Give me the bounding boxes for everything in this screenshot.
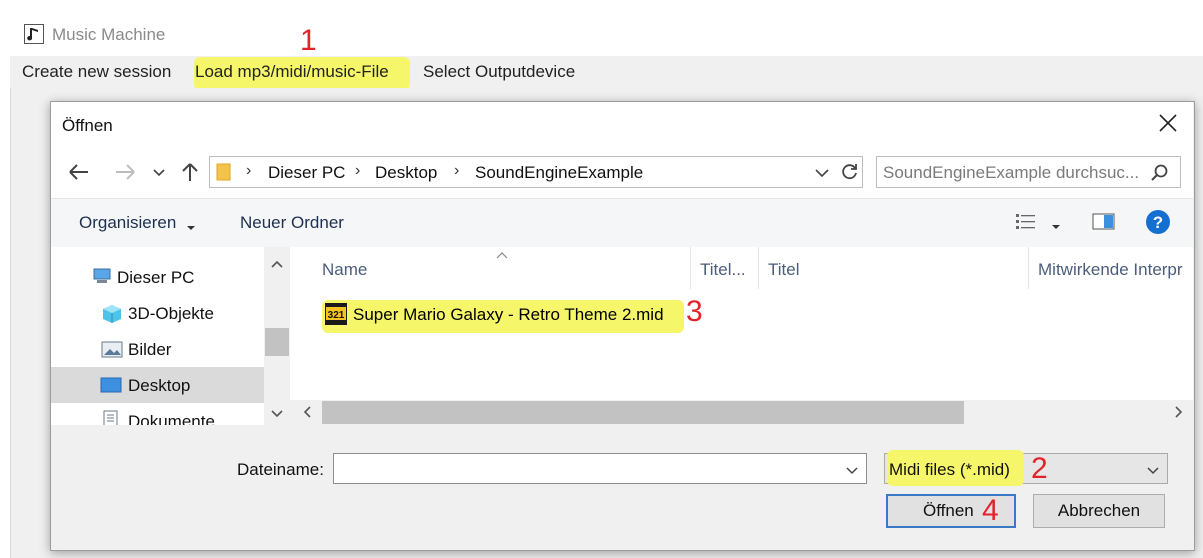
organize-dropdown-icon — [186, 219, 196, 237]
tree-item-dokumente[interactable]: Dokumente — [128, 412, 215, 425]
recent-locations-chevron-icon[interactable] — [152, 166, 166, 184]
column-divider[interactable] — [758, 247, 759, 289]
tree-scrollbar-thumb[interactable] — [265, 328, 289, 356]
breadcrumb-desktop[interactable]: Desktop — [375, 163, 437, 183]
app-menubar — [10, 56, 1203, 88]
dialog-title: Öffnen — [62, 116, 113, 135]
menu-select-output[interactable]: Select Outputdevice — [423, 62, 575, 82]
column-header-titel-short[interactable]: Titel... — [700, 260, 746, 280]
scroll-right-chevron-icon[interactable] — [1174, 405, 1184, 424]
music-note-icon — [24, 24, 44, 44]
refresh-icon[interactable] — [840, 162, 860, 187]
3d-objects-icon — [101, 303, 123, 330]
filetype-dropdown-chevron-icon[interactable] — [1146, 463, 1160, 481]
column-header-titel[interactable]: Titel — [768, 260, 800, 280]
annotation-4: 4 — [982, 494, 999, 527]
preview-pane-icon[interactable] — [1092, 212, 1116, 237]
tree-item-desktop[interactable]: Desktop — [128, 376, 190, 396]
filename-input[interactable] — [333, 453, 867, 484]
breadcrumb-dieser-pc[interactable]: Dieser PC — [268, 163, 345, 183]
desktop-icon — [100, 377, 122, 400]
column-divider[interactable] — [1028, 247, 1029, 289]
app-title: Music Machine — [52, 25, 166, 44]
back-arrow-icon[interactable] — [66, 160, 92, 189]
file-row-name[interactable]: Super Mario Galaxy - Retro Theme 2.mid — [353, 305, 664, 325]
view-options-icon[interactable] — [1015, 212, 1039, 237]
breadcrumb-separator-icon: › — [246, 162, 252, 179]
dialog-titlebar — [51, 102, 1193, 148]
annotation-2: 2 — [1031, 452, 1048, 485]
breadcrumb-separator-icon: › — [454, 162, 460, 179]
column-divider[interactable] — [690, 247, 691, 289]
search-icon[interactable] — [1150, 163, 1170, 188]
organize-button[interactable]: Organisieren — [79, 213, 176, 233]
menu-load-file[interactable]: Load mp3/midi/music-File — [195, 62, 389, 82]
help-icon[interactable]: ? — [1145, 209, 1171, 240]
breadcrumb-soundengineexample[interactable]: SoundEngineExample — [475, 163, 643, 183]
breadcrumb-separator-icon: › — [355, 162, 361, 179]
filetype-value: Midi files (*.mid) — [889, 460, 1010, 479]
tree-item-bilder[interactable]: Bilder — [128, 340, 171, 360]
sort-ascending-icon — [495, 246, 509, 264]
forward-arrow-icon[interactable] — [112, 160, 138, 189]
scroll-left-chevron-icon[interactable] — [302, 405, 312, 424]
tree-item-3d-objekte[interactable]: 3D-Objekte — [128, 304, 214, 324]
open-button-label: Öffnen — [923, 501, 974, 520]
view-dropdown-icon[interactable] — [1051, 218, 1061, 236]
tree-item-dieser-pc[interactable]: Dieser PC — [117, 268, 194, 288]
search-placeholder: SoundEngineExample durchsuc... — [883, 163, 1140, 182]
filename-dropdown-chevron-icon[interactable] — [845, 463, 859, 481]
pictures-icon — [101, 341, 123, 364]
new-folder-button[interactable]: Neuer Ordner — [240, 213, 344, 233]
menu-create-session[interactable]: Create new session — [22, 62, 171, 82]
svg-text:?: ? — [1153, 213, 1163, 232]
svg-text:321: 321 — [328, 310, 345, 321]
annotation-3: 3 — [686, 295, 703, 328]
folder-icon — [216, 162, 232, 187]
scroll-down-chevron-icon[interactable] — [270, 406, 284, 424]
annotation-1: 1 — [300, 24, 317, 57]
midi-file-icon: 321 — [324, 302, 348, 331]
close-icon[interactable] — [1155, 110, 1181, 136]
computer-icon — [92, 267, 112, 290]
column-header-name[interactable]: Name — [322, 260, 367, 280]
column-header-mitwirkende[interactable]: Mitwirkende Interpr — [1038, 260, 1193, 280]
cancel-button[interactable]: Abbrechen — [1033, 494, 1165, 528]
scroll-up-chevron-icon[interactable] — [270, 256, 284, 274]
documents-icon — [102, 410, 120, 430]
filename-label: Dateiname: — [237, 460, 324, 479]
file-list-hscrollbar-thumb[interactable] — [322, 401, 964, 424]
address-dropdown-chevron-icon[interactable] — [814, 166, 830, 184]
up-arrow-icon[interactable] — [178, 160, 202, 189]
